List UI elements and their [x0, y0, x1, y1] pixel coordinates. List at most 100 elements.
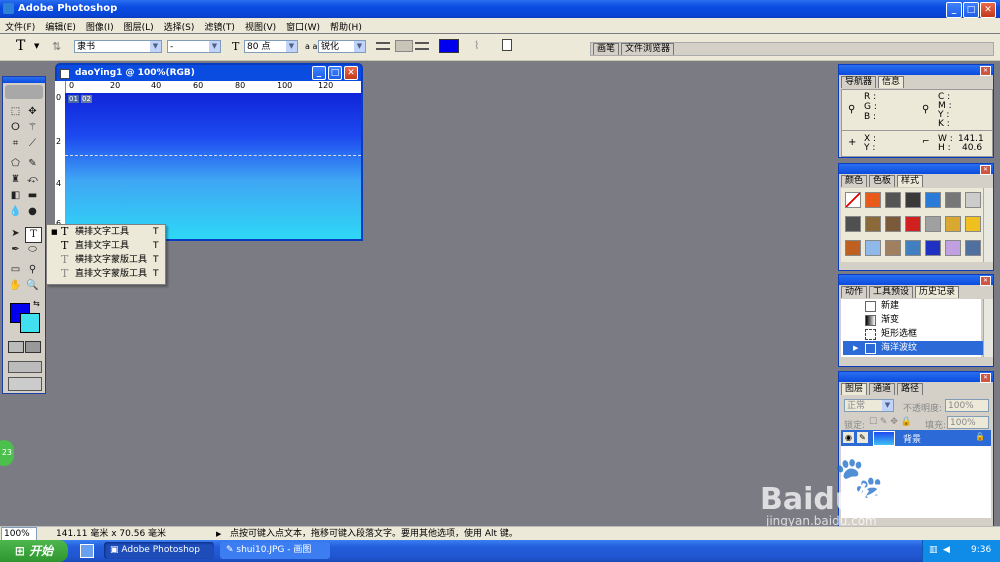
- style-swatch[interactable]: [945, 240, 961, 256]
- style-swatch[interactable]: [965, 240, 981, 256]
- font-size-select[interactable]: 80 点 ▼: [244, 40, 298, 53]
- dropdown-arrow-icon[interactable]: ▼: [34, 42, 39, 50]
- text-color-swatch[interactable]: [439, 39, 459, 53]
- menu-image[interactable]: 图像(I): [81, 18, 119, 33]
- lasso-tool-icon[interactable]: ⵔ: [8, 121, 23, 135]
- crop-tool-icon[interactable]: ⌗: [8, 137, 23, 151]
- palettes-toggle-icon[interactable]: [502, 39, 512, 51]
- panel-close-icon[interactable]: ✕: [980, 276, 991, 286]
- style-swatch[interactable]: [965, 216, 981, 232]
- tab-info[interactable]: 信息: [878, 76, 905, 88]
- notes-tool-icon[interactable]: ▭: [8, 263, 23, 277]
- hand-tool-icon[interactable]: ✋: [8, 279, 23, 293]
- quick-mask-icon[interactable]: [25, 341, 41, 353]
- document-size[interactable]: 141.11 毫米 x 70.56 毫米: [56, 527, 166, 541]
- flyout-item-horizontal-type-mask[interactable]: T 横排文字蒙版工具 T: [47, 253, 165, 267]
- path-selection-icon[interactable]: ➤: [8, 227, 23, 241]
- tab-tool-presets[interactable]: 工具预设: [869, 286, 914, 298]
- style-swatch[interactable]: [965, 192, 981, 208]
- menu-window[interactable]: 窗口(W): [281, 18, 325, 33]
- close-button[interactable]: ✕: [980, 2, 996, 18]
- history-item[interactable]: 新建: [843, 299, 983, 313]
- shape-tool-icon[interactable]: ⬭: [25, 243, 40, 257]
- taskbar-item-photoshop[interactable]: ▣ Adobe Photoshop: [104, 542, 214, 559]
- scrollbar[interactable]: [983, 299, 993, 357]
- anti-alias-select[interactable]: 锐化 ▼: [318, 40, 366, 53]
- text-orientation-icon[interactable]: ⇅: [52, 40, 61, 53]
- volume-icon[interactable]: ◀: [943, 545, 950, 555]
- type-tool-icon[interactable]: T: [25, 227, 42, 243]
- network-icon[interactable]: ▥: [929, 545, 938, 555]
- scrollbar[interactable]: [983, 188, 993, 262]
- tab-file-browser[interactable]: 文件浏览器: [621, 43, 675, 55]
- style-swatch[interactable]: [865, 216, 881, 232]
- opacity-field[interactable]: 100%: [945, 399, 989, 412]
- style-swatch[interactable]: [925, 240, 941, 256]
- maximize-button[interactable]: □: [963, 2, 979, 18]
- tab-color[interactable]: 颜色: [841, 175, 868, 187]
- menu-view[interactable]: 视图(V): [240, 18, 281, 33]
- swap-colors-icon[interactable]: ⇆: [33, 299, 40, 308]
- tab-swatches[interactable]: 色板: [869, 175, 896, 187]
- flyout-item-horizontal-type[interactable]: ■ T 横排文字工具 T: [47, 225, 165, 239]
- dodge-tool-icon[interactable]: ●: [25, 205, 40, 219]
- tool-preset-picker[interactable]: T: [16, 38, 25, 54]
- flyout-item-vertical-type-mask[interactable]: T 直排文字蒙版工具 T: [47, 267, 165, 281]
- slice-tool-icon[interactable]: ⟋: [25, 137, 40, 151]
- zoom-field[interactable]: 100%: [1, 527, 37, 541]
- panel-close-icon[interactable]: ✕: [980, 373, 991, 383]
- tab-layers[interactable]: 图层: [841, 383, 868, 395]
- healing-brush-icon[interactable]: ⬠: [8, 157, 23, 171]
- style-swatch[interactable]: [845, 240, 861, 256]
- font-family-select[interactable]: 隶书 ▼: [74, 40, 162, 53]
- style-swatch[interactable]: [905, 240, 921, 256]
- layer-row[interactable]: ◉ ✎ 背景 🔒: [841, 430, 991, 446]
- style-swatch[interactable]: [885, 240, 901, 256]
- align-center-icon[interactable]: [395, 40, 413, 52]
- panel-close-icon[interactable]: ✕: [980, 66, 991, 76]
- style-swatch[interactable]: [865, 240, 881, 256]
- style-swatch[interactable]: [925, 192, 941, 208]
- background-color-swatch[interactable]: [20, 313, 40, 333]
- align-left-icon[interactable]: [376, 42, 390, 50]
- standard-mode-icon[interactable]: [8, 341, 24, 353]
- style-swatch[interactable]: [925, 216, 941, 232]
- history-item[interactable]: 矩形选框: [843, 327, 983, 341]
- align-right-icon[interactable]: [415, 42, 429, 50]
- tab-brushes[interactable]: 画笔: [593, 43, 620, 55]
- style-swatch[interactable]: [845, 192, 861, 208]
- image-canvas[interactable]: 01 02: [65, 93, 361, 239]
- clone-stamp-icon[interactable]: ♜: [8, 173, 23, 187]
- adobe-online-icon[interactable]: [5, 85, 43, 99]
- style-swatch[interactable]: [845, 216, 861, 232]
- menu-select[interactable]: 选择(S): [159, 18, 200, 33]
- tab-paths[interactable]: 路径: [897, 383, 924, 395]
- menu-help[interactable]: 帮助(H): [325, 18, 367, 33]
- history-brush-icon[interactable]: ⤽: [25, 173, 40, 187]
- marquee-tool-icon[interactable]: ⬚: [8, 105, 23, 119]
- brush-tool-icon[interactable]: ✎: [25, 157, 40, 171]
- doc-close-button[interactable]: ✕: [344, 66, 358, 80]
- eyedropper-tool-icon[interactable]: ⚲: [25, 263, 40, 277]
- blur-tool-icon[interactable]: 💧: [8, 205, 23, 219]
- screen-mode-icon[interactable]: [8, 361, 42, 373]
- tab-navigator[interactable]: 导航器: [841, 76, 877, 88]
- doc-maximize-button[interactable]: □: [328, 66, 342, 80]
- zoom-tool-icon[interactable]: 🔍: [25, 279, 40, 293]
- show-desktop-icon[interactable]: [80, 544, 94, 558]
- style-swatch[interactable]: [945, 216, 961, 232]
- jump-to-imageready-icon[interactable]: [8, 377, 42, 391]
- menu-filter[interactable]: 滤镜(T): [199, 18, 240, 33]
- move-tool-icon[interactable]: ✥: [25, 105, 40, 119]
- menu-layer[interactable]: 图层(L): [119, 18, 159, 33]
- tab-actions[interactable]: 动作: [841, 286, 868, 298]
- menu-edit[interactable]: 编辑(E): [40, 18, 81, 33]
- font-style-select[interactable]: - ▼: [167, 40, 221, 53]
- tab-channels[interactable]: 通道: [869, 383, 896, 395]
- lock-icons[interactable]: ☐ ✎ ✥ 🔒: [869, 417, 912, 427]
- menu-file[interactable]: 文件(F): [0, 18, 40, 33]
- pen-tool-icon[interactable]: ✒: [8, 243, 23, 257]
- style-swatch[interactable]: [865, 192, 881, 208]
- style-swatch[interactable]: [905, 192, 921, 208]
- panel-close-icon[interactable]: ✕: [980, 165, 991, 175]
